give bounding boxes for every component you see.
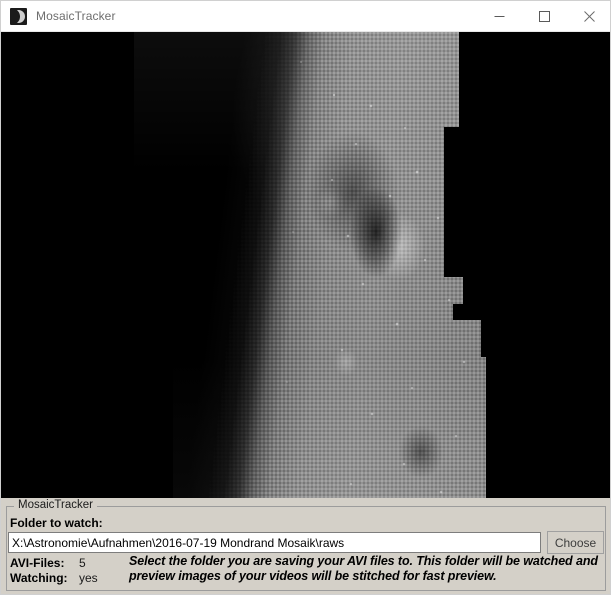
moon-icon [10,7,27,25]
close-icon[interactable] [567,1,610,32]
mosaic-tile [134,32,444,277]
window-controls [477,1,610,32]
window-title: MosaicTracker [36,8,116,23]
hint-text: Select the folder you are saving your AV… [129,554,604,584]
hint-line-2: preview images of your videos will be st… [129,569,497,583]
avi-files-label: AVI-Files: [10,556,65,570]
hint-line-1: Select the folder you are saving your AV… [129,554,598,568]
mosaic-tracker-window: MosaicTracker MosaicTracker Folder to wa… [0,0,611,595]
settings-panel: MosaicTracker Folder to watch: Choose AV… [1,498,610,594]
mosaic-tile [444,32,459,127]
title-bar: MosaicTracker [1,1,610,32]
watching-value: yes [79,571,98,585]
choose-folder-button[interactable]: Choose [547,531,604,554]
folder-path-input[interactable] [8,532,541,553]
mosaic-tile [173,357,486,498]
maximize-icon[interactable] [522,1,567,32]
mosaic-tile [453,320,481,357]
groupbox-title: MosaicTracker [14,499,97,512]
minimize-icon[interactable] [477,1,522,32]
folder-to-watch-label: Folder to watch: [10,516,103,530]
avi-files-value: 5 [79,556,86,570]
mosaic-tile [144,304,453,357]
mosaic-tile [144,277,463,304]
watching-label: Watching: [10,571,68,585]
mosaic-preview-canvas[interactable] [1,32,610,498]
